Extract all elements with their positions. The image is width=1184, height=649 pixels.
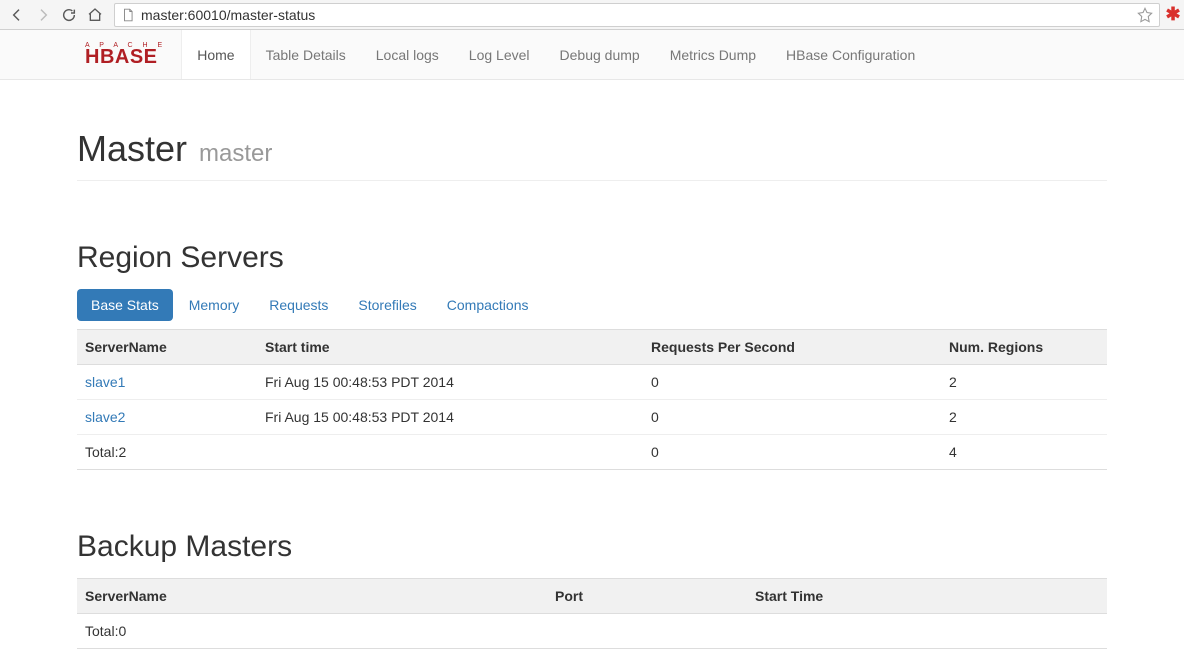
tab-compactions[interactable]: Compactions (433, 289, 543, 321)
tab-memory[interactable]: Memory (175, 289, 254, 321)
page-header: Master master (77, 128, 1107, 181)
th-bm-port: Port (547, 579, 747, 614)
th-bm-servername: ServerName (77, 579, 547, 614)
backup-masters-heading: Backup Masters (77, 530, 1107, 564)
bookmark-star-icon[interactable] (1137, 7, 1153, 23)
table-row: Total:0 (77, 614, 1107, 649)
table-row: Total:2 04 (77, 435, 1107, 470)
extension-icon[interactable]: ✱ (1168, 0, 1178, 30)
nav-item-home[interactable]: Home (181, 30, 250, 79)
table-row: slave2 Fri Aug 15 00:48:53 PDT 201402 (77, 400, 1107, 435)
th-rps: Requests Per Second (643, 330, 941, 365)
region-servers-tabs: Base StatsMemoryRequestsStorefilesCompac… (77, 289, 1107, 321)
back-button[interactable] (6, 4, 28, 26)
cell-rps: 0 (643, 400, 941, 435)
url-text: master:60010/master-status (141, 7, 1131, 23)
tab-base-stats[interactable]: Base Stats (77, 289, 173, 321)
cell-total: Total:2 (77, 435, 257, 470)
page-subtitle: master (199, 140, 272, 168)
backup-masters-table: ServerName Port Start Time Total:0 (77, 578, 1107, 649)
backup-total: Total:0 (77, 614, 1107, 649)
th-bm-starttime: Start Time (747, 579, 1107, 614)
region-servers-tbody: slave1Fri Aug 15 00:48:53 PDT 201402slav… (77, 365, 1107, 470)
cell-regions: 2 (941, 365, 1107, 400)
cell-rps: 0 (643, 365, 941, 400)
th-numregions: Num. Regions (941, 330, 1107, 365)
cell-start: Fri Aug 15 00:48:53 PDT 2014 (257, 365, 643, 400)
server-link-slave2[interactable]: slave2 (85, 409, 125, 425)
page-icon (121, 8, 135, 22)
brand-logo[interactable]: A P A C H E HBASE (85, 30, 181, 79)
tab-requests[interactable]: Requests (255, 289, 342, 321)
nav-item-local-logs[interactable]: Local logs (361, 30, 454, 79)
navbar: A P A C H E HBASE HomeTable DetailsLocal… (0, 30, 1184, 80)
th-servername: ServerName (77, 330, 257, 365)
brand-main-text: HBASE (85, 46, 158, 68)
nav-item-metrics-dump[interactable]: Metrics Dump (655, 30, 771, 79)
page-title: Master (77, 128, 187, 170)
cell-regions: 2 (941, 400, 1107, 435)
nav-items: HomeTable DetailsLocal logsLog LevelDebu… (181, 30, 930, 79)
server-link-slave1[interactable]: slave1 (85, 374, 125, 390)
cell-total-rps: 0 (643, 435, 941, 470)
cell-start: Fri Aug 15 00:48:53 PDT 2014 (257, 400, 643, 435)
home-button[interactable] (84, 4, 106, 26)
tab-storefiles[interactable]: Storefiles (344, 289, 430, 321)
browser-chrome: master:60010/master-status ✱ (0, 0, 1184, 30)
reload-button[interactable] (58, 4, 80, 26)
nav-item-table-details[interactable]: Table Details (251, 30, 361, 79)
th-starttime: Start time (257, 330, 643, 365)
table-row: slave1 Fri Aug 15 00:48:53 PDT 201402 (77, 365, 1107, 400)
nav-item-hbase-configuration[interactable]: HBase Configuration (771, 30, 930, 79)
cell-total-regions: 4 (941, 435, 1107, 470)
forward-button[interactable] (32, 4, 54, 26)
region-servers-table: ServerName Start time Requests Per Secon… (77, 329, 1107, 470)
nav-item-debug-dump[interactable]: Debug dump (545, 30, 655, 79)
region-servers-heading: Region Servers (77, 241, 1107, 275)
url-bar[interactable]: master:60010/master-status (114, 3, 1160, 27)
nav-item-log-level[interactable]: Log Level (454, 30, 545, 79)
